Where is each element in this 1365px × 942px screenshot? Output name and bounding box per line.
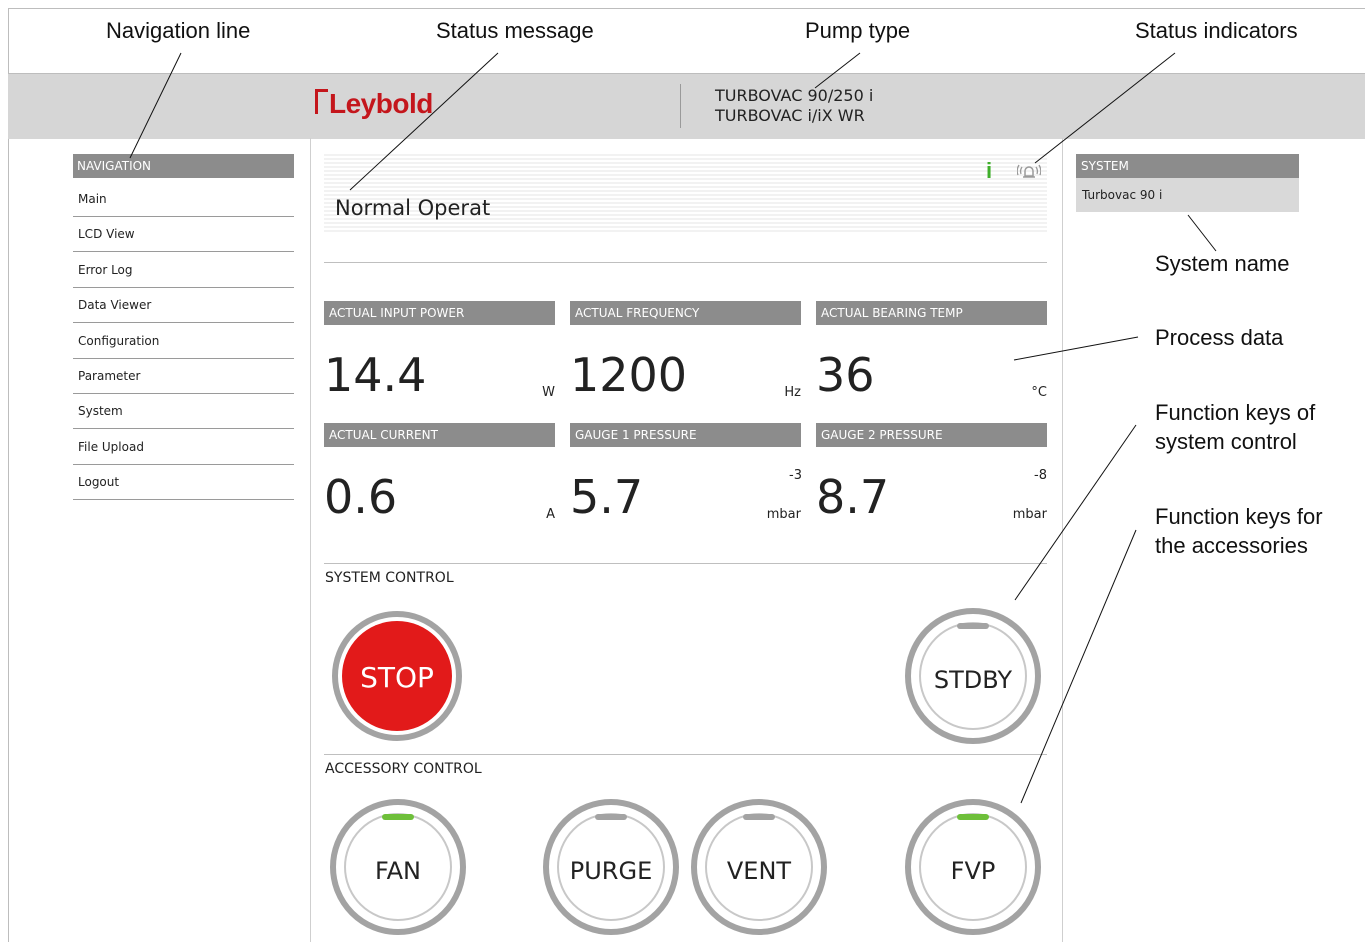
header-bar xyxy=(8,73,1365,139)
tile-unit-gauge2: mbar xyxy=(1012,507,1047,522)
fvp-status-arc xyxy=(957,814,989,820)
system-control-title: SYSTEM CONTROL xyxy=(325,570,454,586)
system-panel-header: SYSTEM xyxy=(1076,154,1299,178)
status-message-panel xyxy=(324,154,1047,232)
purge-button-label: PURGE xyxy=(569,857,653,885)
annotation-status-message: Status message xyxy=(436,18,594,43)
fan-button-label: FAN xyxy=(375,857,421,885)
vent-button[interactable]: VENT xyxy=(691,799,827,935)
tile-value-input-power: 14.4 xyxy=(324,348,427,402)
column-divider-right xyxy=(1062,138,1063,942)
leader-line-system-name xyxy=(1187,214,1217,252)
tile-unit-bearing-temp: °C xyxy=(1031,385,1047,400)
vent-status-arc xyxy=(743,814,775,820)
navigation-header: NAVIGATION xyxy=(73,154,294,178)
tile-label-frequency: ACTUAL FREQUENCY xyxy=(570,301,801,325)
stop-button[interactable]: STOP xyxy=(332,611,462,741)
annotation-system-name: System name xyxy=(1155,251,1290,276)
nav-item-parameter[interactable]: Parameter xyxy=(73,359,294,394)
tile-unit-gauge1: mbar xyxy=(766,507,801,522)
nav-item-error-log[interactable]: Error Log xyxy=(73,253,294,288)
accessory-control-title: ACCESSORY CONTROL xyxy=(325,761,482,777)
info-icon[interactable]: i xyxy=(986,160,992,182)
tile-label-input-power: ACTUAL INPUT POWER xyxy=(324,301,555,325)
nav-item-logout[interactable]: Logout xyxy=(73,465,294,501)
fvp-button[interactable]: FVP xyxy=(905,799,1041,935)
leader-line-process-data xyxy=(1013,336,1139,361)
annotation-status-indicators: Status indicators xyxy=(1135,18,1298,43)
divider-status xyxy=(324,262,1047,263)
divider-accessory-control xyxy=(324,754,1047,755)
status-message: Normal Operat xyxy=(335,196,491,220)
annotation-pump-type: Pump type xyxy=(805,18,911,43)
nav-item-configuration[interactable]: Configuration xyxy=(73,324,294,359)
nav-item-main[interactable]: Main xyxy=(73,182,294,217)
tile-unit-current: A xyxy=(546,507,555,522)
standby-status-arc xyxy=(957,623,989,629)
tile-value-bearing-temp: 36 xyxy=(816,348,875,402)
tile-exponent-gauge2: -8 xyxy=(1034,468,1047,483)
purge-button[interactable]: PURGE xyxy=(543,799,679,935)
vent-button-label: VENT xyxy=(726,857,792,885)
pump-type-line2: TURBOVAC i/iX WR xyxy=(715,106,865,125)
stop-button-label: STOP xyxy=(360,661,434,694)
fan-button[interactable]: FAN xyxy=(330,799,466,935)
fan-status-arc xyxy=(382,814,414,820)
nav-item-system[interactable]: System xyxy=(73,394,294,430)
annotation-process-data: Process data xyxy=(1155,325,1284,350)
system-name: Turbovac 90 i xyxy=(1076,178,1299,212)
nav-item-data-viewer[interactable]: Data Viewer xyxy=(73,288,294,324)
frame-border-left xyxy=(8,8,9,942)
annotation-navigation-line: Navigation line xyxy=(106,18,251,43)
tile-exponent-gauge1: -3 xyxy=(789,468,802,483)
header-separator xyxy=(680,84,681,128)
tile-label-current: ACTUAL CURRENT xyxy=(324,423,555,447)
pump-type: TURBOVAC 90/250 i TURBOVAC i/iX WR xyxy=(715,86,873,126)
fvp-button-label: FVP xyxy=(950,857,996,885)
tile-unit-input-power: W xyxy=(542,385,555,400)
annotation-function-keys-system-line1: Function keys of xyxy=(1155,400,1316,425)
tile-label-bearing-temp: ACTUAL BEARING TEMP xyxy=(816,301,1047,325)
annotation-function-keys-system-line2: system control xyxy=(1155,429,1297,454)
leybold-logo: Leybold xyxy=(315,88,433,120)
tile-label-gauge1: GAUGE 1 PRESSURE xyxy=(570,423,801,447)
alarm-bell-icon[interactable] xyxy=(1017,162,1041,182)
tile-value-gauge1: 5.7 xyxy=(570,470,644,524)
pump-type-line1: TURBOVAC 90/250 i xyxy=(715,86,874,105)
nav-item-file-upload[interactable]: File Upload xyxy=(73,430,294,465)
frame-border-top xyxy=(8,8,1365,9)
tile-value-gauge2: 8.7 xyxy=(816,470,890,524)
tile-value-current: 0.6 xyxy=(324,470,398,524)
standby-button-label: STDBY xyxy=(933,666,1013,694)
annotation-function-keys-accessories-line1: Function keys for xyxy=(1155,504,1323,529)
column-divider-left xyxy=(310,138,311,942)
divider-system-control xyxy=(324,563,1047,564)
standby-button[interactable]: STDBY xyxy=(905,608,1041,744)
tile-unit-frequency: Hz xyxy=(784,385,801,400)
annotation-function-keys-accessories-line2: the accessories xyxy=(1155,533,1308,558)
tile-label-gauge2: GAUGE 2 PRESSURE xyxy=(816,423,1047,447)
nav-item-lcd-view[interactable]: LCD View xyxy=(73,217,294,253)
purge-status-arc xyxy=(595,814,627,820)
tile-value-frequency: 1200 xyxy=(570,348,688,402)
